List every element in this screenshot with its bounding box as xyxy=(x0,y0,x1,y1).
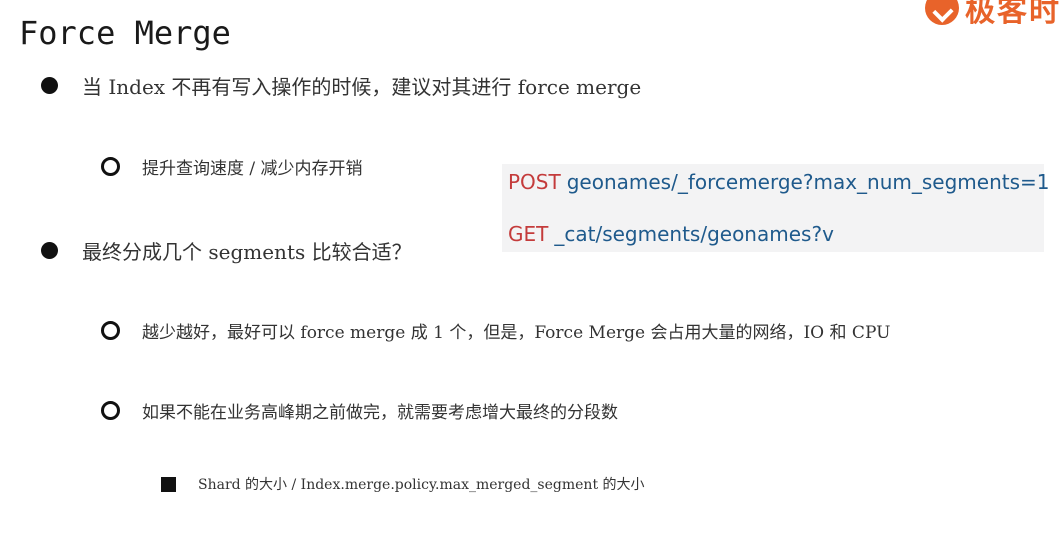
bullet-item: 当 Index 不再有写入操作的时候，建议对其进行 force merge xyxy=(41,71,641,100)
sub-item: 越少越好，最好可以 force merge 成 1 个，但是，Force Mer… xyxy=(101,318,890,343)
hollow-circle-icon xyxy=(101,157,120,176)
sub-item-text: 如果不能在业务高峰期之前做完，就需要考虑增大最终的分段数 xyxy=(142,403,618,423)
bullet-dot-icon xyxy=(41,77,58,94)
bullet-text: 当 Index 不再有写入操作的时候，建议对其进行 force merge xyxy=(82,75,642,99)
request-path: _cat/segments/geonames?v xyxy=(554,222,834,246)
sub-sub-item: Shard 的大小 / Index.merge.policy.max_merge… xyxy=(161,474,645,494)
code-line: POST geonames/_forcemerge?max_num_segment… xyxy=(508,170,1050,194)
sub-item-text: 提升查询速度 / 减少内存开销 xyxy=(142,159,363,179)
sub-item-text: 越少越好，最好可以 force merge 成 1 个，但是，Force Mer… xyxy=(142,323,891,343)
sub-item: 如果不能在业务高峰期之前做完，就需要考虑增大最终的分段数 xyxy=(101,398,618,423)
bullet-dot-icon xyxy=(41,242,58,259)
hollow-circle-icon xyxy=(101,321,120,340)
http-method: GET xyxy=(508,222,549,246)
sub-item: 提升查询速度 / 减少内存开销 xyxy=(101,154,363,179)
hollow-circle-icon xyxy=(101,401,120,420)
square-bullet-icon xyxy=(161,476,176,492)
brand-logo: 极客时 xyxy=(925,0,1061,30)
bullet-text: 最终分成几个 segments 比较合适？ xyxy=(82,240,412,264)
code-line: GET _cat/segments/geonames?v xyxy=(508,222,834,246)
logo-text: 极客时 xyxy=(965,0,1061,29)
request-path: geonames/_forcemerge?max_num_segments=1 xyxy=(566,170,1050,194)
logo-icon xyxy=(925,0,959,25)
code-block: POST geonames/_forcemerge?max_num_segment… xyxy=(502,164,1050,252)
http-method: POST xyxy=(508,170,561,194)
sub-sub-item-text: Shard 的大小 / Index.merge.policy.max_merge… xyxy=(198,477,645,493)
bullet-item: 最终分成几个 segments 比较合适？ xyxy=(41,236,412,265)
page-title: Force Merge xyxy=(19,14,231,52)
